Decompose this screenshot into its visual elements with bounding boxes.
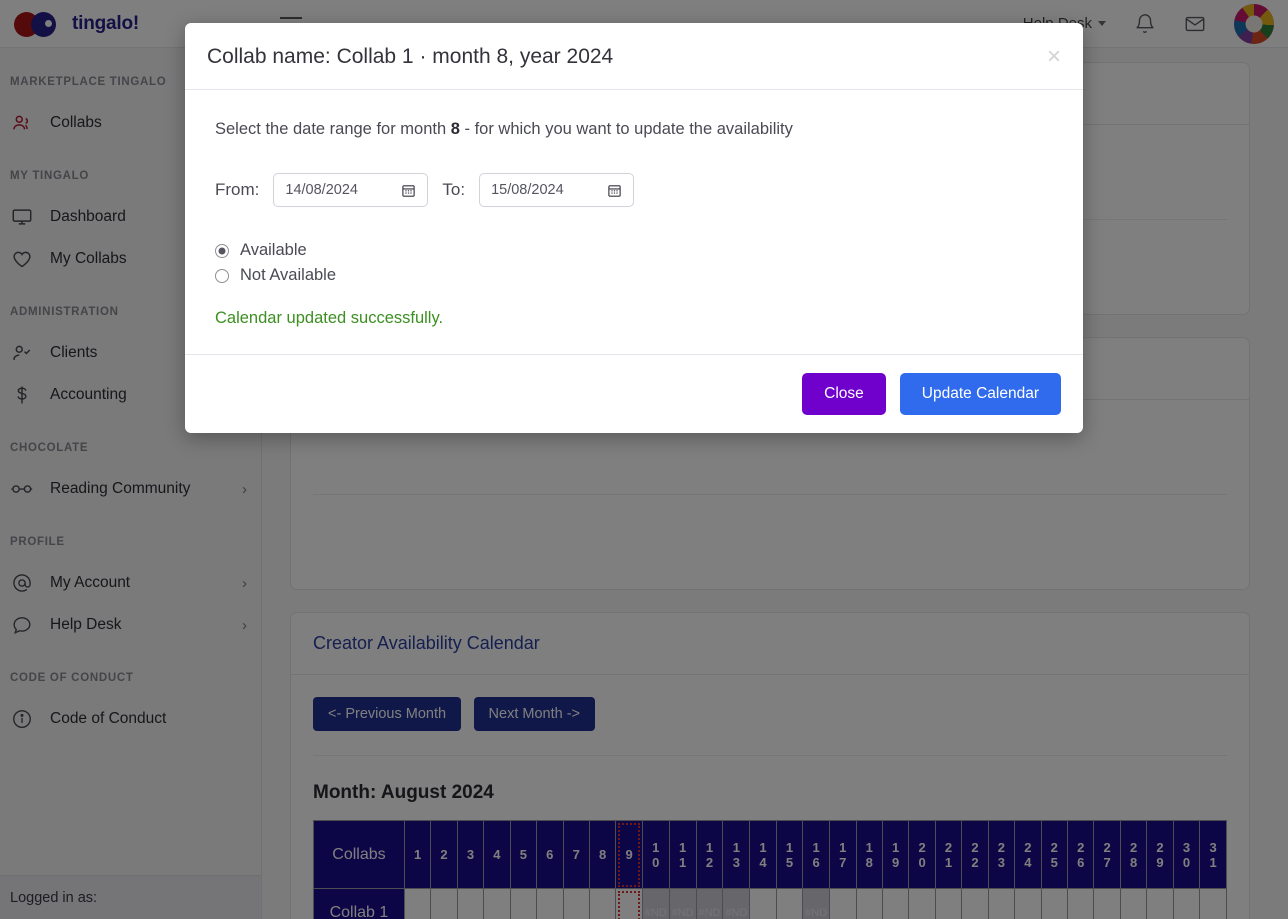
modal-body: Select the date range for month 8 - for …: [185, 90, 1083, 354]
to-date-value: 15/08/2024: [491, 182, 564, 198]
radio-not-available-label: Not Available: [240, 266, 336, 285]
calendar-icon[interactable]: [607, 183, 622, 198]
radio-available-indicator[interactable]: [215, 244, 229, 258]
modal-title: Collab name: Collab 1 · month 8, year 20…: [207, 45, 1047, 69]
date-range-prompt: Select the date range for month 8 - for …: [215, 120, 1053, 139]
prompt-suffix: - for which you want to update the avail…: [460, 120, 793, 138]
from-label: From:: [215, 180, 259, 200]
close-button[interactable]: Close: [802, 373, 886, 415]
prompt-prefix: Select the date range for month: [215, 120, 451, 138]
update-availability-modal: Collab name: Collab 1 · month 8, year 20…: [185, 23, 1083, 433]
radio-not-available-indicator[interactable]: [215, 269, 229, 283]
modal-footer: Close Update Calendar: [185, 354, 1083, 433]
date-range-row: From: 14/08/2024 To: 15/08/2024: [215, 173, 1053, 207]
radio-option-not-available[interactable]: Not Available: [215, 266, 1053, 285]
to-date-input[interactable]: 15/08/2024: [479, 173, 634, 207]
to-label: To:: [442, 180, 465, 200]
modal-header: Collab name: Collab 1 · month 8, year 20…: [185, 23, 1083, 90]
close-icon[interactable]: ×: [1047, 45, 1061, 69]
radio-available-label: Available: [240, 241, 307, 260]
success-message: Calendar updated successfully.: [215, 309, 1053, 328]
calendar-icon[interactable]: [401, 183, 416, 198]
update-calendar-button[interactable]: Update Calendar: [900, 373, 1061, 415]
from-date-value: 14/08/2024: [285, 182, 358, 198]
radio-option-available[interactable]: Available: [215, 241, 1053, 260]
from-date-input[interactable]: 14/08/2024: [273, 173, 428, 207]
prompt-month: 8: [451, 120, 460, 138]
